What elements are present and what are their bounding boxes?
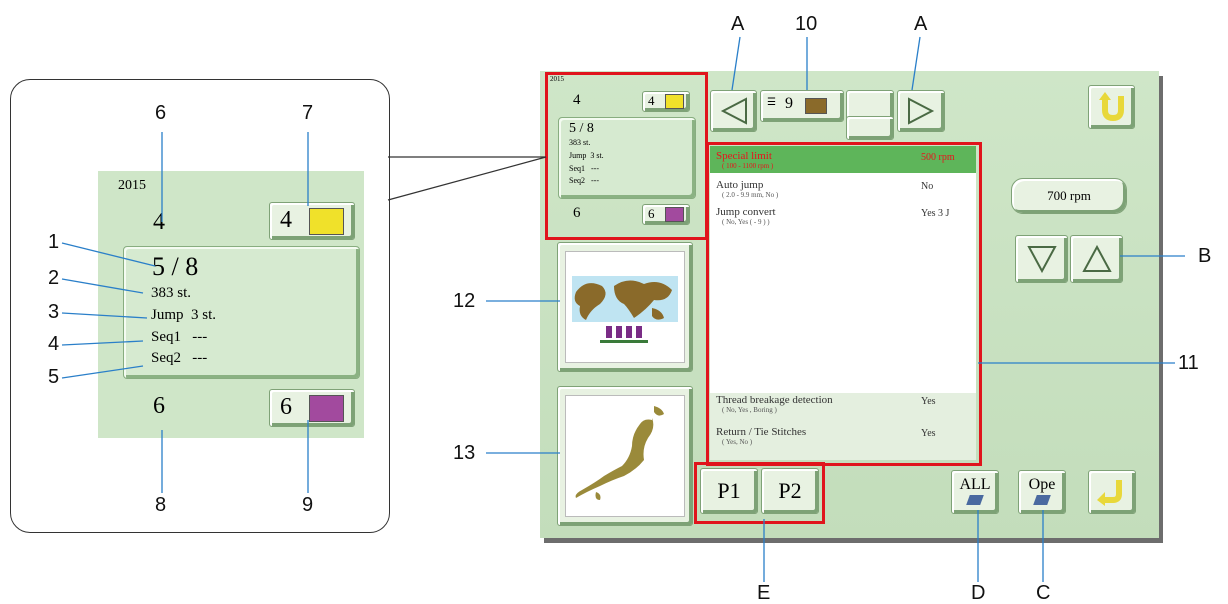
callout-b: B	[1198, 245, 1212, 267]
callout-d: D	[971, 582, 986, 604]
callout-4: 4	[48, 333, 60, 355]
callout-6-top: 6	[155, 102, 167, 124]
callout-11: 11	[1178, 352, 1199, 374]
callout-a-right: A	[914, 13, 928, 35]
callout-a-left: A	[731, 13, 745, 35]
callout-e: E	[757, 582, 771, 604]
callout-13: 13	[453, 442, 476, 464]
callout-2: 2	[48, 267, 60, 289]
callout-8: 8	[155, 494, 167, 516]
leader-lines	[61, 36, 1185, 582]
callout-7: 7	[302, 102, 314, 124]
callout-12: 12	[453, 290, 476, 312]
callout-c: C	[1036, 582, 1051, 604]
callout-5: 5	[48, 366, 60, 388]
callout-10: 10	[795, 13, 818, 35]
callout-9: 9	[302, 494, 314, 516]
callout-3: 3	[48, 301, 60, 323]
callout-1: 1	[48, 231, 60, 253]
